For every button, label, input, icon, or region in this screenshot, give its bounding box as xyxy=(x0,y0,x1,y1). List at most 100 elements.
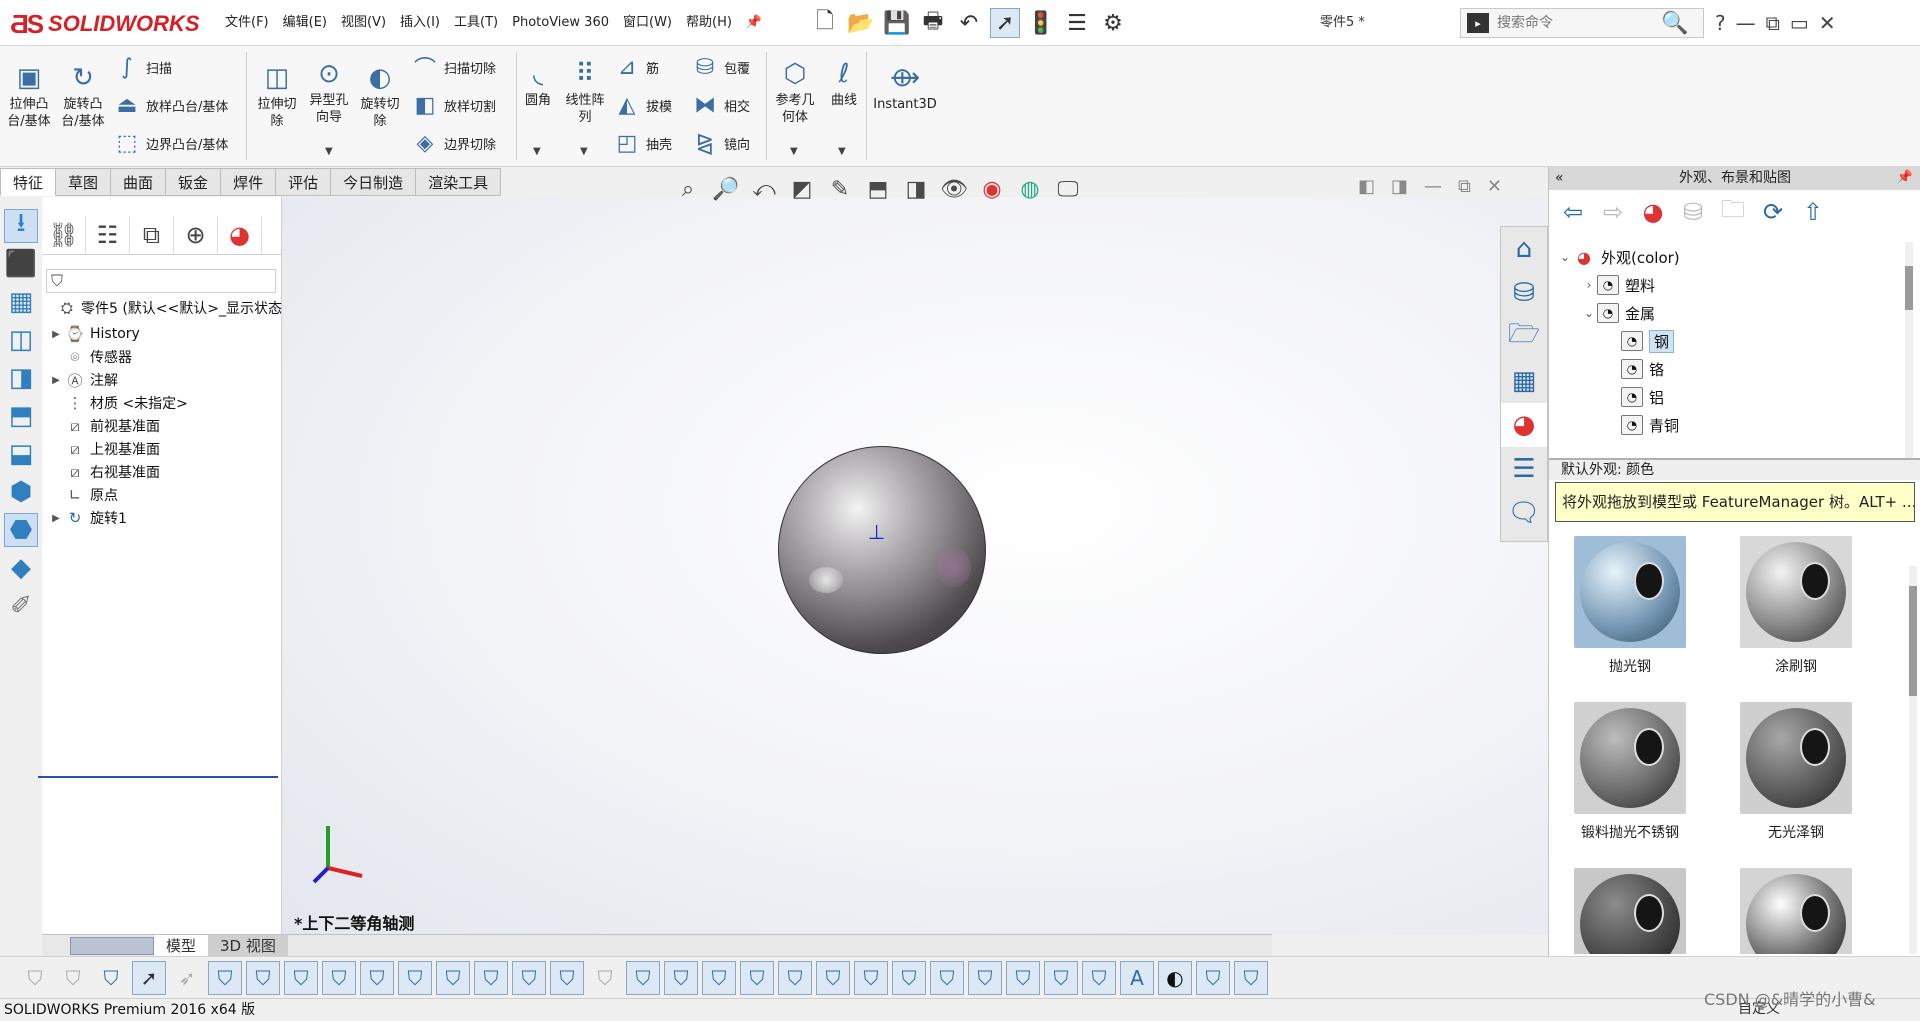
filter-dimensions-icon[interactable]: ⛉ xyxy=(626,960,660,995)
scrollbar-thumb[interactable] xyxy=(1909,586,1917,696)
filter-surface-bodies-icon[interactable]: ⛉ xyxy=(322,960,356,995)
zoom-to-area-icon[interactable]: 🔎 xyxy=(710,174,742,204)
linear-pattern-button[interactable]: ⠿ 线性阵列 xyxy=(560,56,610,126)
scrollbar-thumb[interactable] xyxy=(1905,266,1913,310)
extrude-cut-button[interactable]: ◫ 拉伸切除 xyxy=(254,60,300,130)
minimize-icon[interactable]: — xyxy=(1736,11,1756,35)
clear-filters-icon[interactable]: ⛉ xyxy=(56,961,90,995)
hide-show-items-icon[interactable]: 👁 xyxy=(938,174,970,204)
filter-edges-icon[interactable]: ⛉ xyxy=(246,960,280,995)
appearance-tree-node[interactable]: ◔ 青铜 xyxy=(1621,412,1679,438)
search-input[interactable] xyxy=(1497,10,1657,36)
extrude-boss-button[interactable]: ▣ 拉伸凸台/基体 xyxy=(6,60,52,130)
back-view-icon[interactable]: ▦ xyxy=(4,285,38,319)
edit-appearance-icon[interactable]: ◉ xyxy=(976,174,1008,204)
previous-view-icon[interactable]: ⤺ xyxy=(748,174,780,204)
toggle-filter-icon[interactable]: ⛉ xyxy=(18,961,52,995)
sweep-button[interactable]: ∫ 扫描 xyxy=(114,50,172,84)
dimxpert-manager-icon[interactable]: ⊕ xyxy=(174,215,218,254)
dimetric-view-icon[interactable]: ⬣ xyxy=(4,513,38,547)
tab-features[interactable]: 特征 xyxy=(0,168,57,196)
new-document-icon[interactable]: 🗋 xyxy=(810,8,840,38)
filter-surface-finish-icon[interactable]: ⛉ xyxy=(664,960,698,995)
help-icon[interactable]: ? xyxy=(1715,11,1726,35)
section-view-icon[interactable]: ◩ xyxy=(786,174,818,204)
add-to-library-icon[interactable]: ⛁ xyxy=(1677,196,1709,228)
tab-mbd[interactable]: 今日制造 xyxy=(331,168,417,196)
isometric-view-icon[interactable]: ⬢ xyxy=(4,475,38,509)
swatch-satin-finish-stainless-steel[interactable]: 锻料抛光不锈钢 xyxy=(1555,702,1705,842)
appearance-tree-node[interactable]: ◔ 铬 xyxy=(1621,356,1664,382)
chevron-down-icon[interactable]: ⌄ xyxy=(1557,250,1573,264)
filter-axes-icon[interactable]: ⛉ xyxy=(398,960,432,995)
revolve-cut-button[interactable]: ◐ 旋转切除 xyxy=(356,60,404,130)
front-view-icon[interactable]: ⬛ xyxy=(4,247,38,281)
forward-icon[interactable]: ⇨ xyxy=(1597,196,1629,228)
swatch-scrollbar[interactable] xyxy=(1909,566,1917,954)
feature-manager-tree-icon[interactable]: ⛓ xyxy=(42,215,86,254)
property-manager-icon[interactable]: ☷ xyxy=(86,215,130,254)
chevron-down-icon[interactable]: ⌄ xyxy=(1581,306,1597,320)
filter-sketch-points-icon[interactable]: ⛉ xyxy=(474,960,508,995)
left-view-icon[interactable]: ◫ xyxy=(4,323,38,357)
intersect-button[interactable]: ⧓ 相交 xyxy=(692,88,750,122)
selection-arrow-icon[interactable]: ➚ xyxy=(132,960,166,995)
filter-center-of-mass-icon[interactable]: ◐ xyxy=(1158,960,1192,995)
tab-weldments[interactable]: 焊件 xyxy=(221,168,277,196)
boundary-boss-button[interactable]: ⬚ 边界凸台/基体 xyxy=(114,126,229,160)
bottom-view-icon[interactable]: ⬓ xyxy=(4,437,38,471)
menu-help[interactable]: 帮助(H) xyxy=(679,0,739,46)
filter-vertices-icon[interactable]: ⛉ xyxy=(208,960,242,995)
boundary-cut-button[interactable]: ◈ 边界切除 xyxy=(412,126,496,160)
display-manager-icon[interactable]: ◕ xyxy=(218,215,262,254)
undo-icon[interactable]: ↶ xyxy=(954,8,984,38)
normal-to-icon[interactable]: ⭳ xyxy=(4,208,38,243)
swatch-matte-steel[interactable]: 无光泽钢 xyxy=(1721,702,1871,842)
pattern-dropdown-icon[interactable]: ▼ xyxy=(580,146,588,157)
swept-cut-button[interactable]: ⌒ 扫描切除 xyxy=(412,50,496,84)
solidworks-logo[interactable]: ƋS SOLIDWORKS xyxy=(10,6,200,42)
custom-properties-icon[interactable]: ☰ xyxy=(1501,447,1547,491)
refresh-icon[interactable]: ⟳ xyxy=(1757,196,1789,228)
filter-midpoints-icon[interactable]: ⛉ xyxy=(550,960,584,995)
swatch-chrome-steel[interactable] xyxy=(1721,868,1871,954)
tree-item[interactable]: ▶ ↻ 旋转1 xyxy=(48,505,288,531)
maximize-icon[interactable]: ▭ xyxy=(1790,11,1809,35)
open-folder-icon[interactable]: 📂 xyxy=(846,8,876,38)
trimetric-view-icon[interactable]: ◆ xyxy=(4,551,38,585)
file-explorer-icon[interactable]: 🗁 xyxy=(1501,315,1547,359)
appearance-tree-node[interactable]: ⌄ ◕ 外观(color) xyxy=(1557,244,1680,270)
tab-sheet-metal[interactable]: 钣金 xyxy=(166,168,222,196)
filter-solid-bodies-icon[interactable]: ⛉ xyxy=(360,960,394,995)
filter-geometric-tolerances-icon[interactable]: ⛉ xyxy=(702,960,736,995)
fillet-button[interactable]: ◟ 圆角 xyxy=(522,56,554,109)
up-level-icon[interactable]: ⇧ xyxy=(1797,196,1829,228)
shell-button[interactable]: ◰ 抽壳 xyxy=(614,126,672,160)
hole-wizard-button[interactable]: ⊙ 异型孔向导 xyxy=(304,56,354,126)
menu-window[interactable]: 窗口(W) xyxy=(616,0,679,46)
curves-button[interactable]: ℓ 曲线 xyxy=(826,56,862,109)
menu-file[interactable]: 文件(F) xyxy=(218,0,276,46)
menu-tools[interactable]: 工具(T) xyxy=(447,0,505,46)
menu-insert[interactable]: 插入(I) xyxy=(393,0,447,46)
mirror-button[interactable]: ⧎ 镜向 xyxy=(692,126,750,160)
expand-arrow-icon[interactable]: ▶ xyxy=(48,375,64,386)
appearance-tree-node[interactable]: ⌄ ◔ 金属 xyxy=(1581,300,1655,326)
tree-scrollbar[interactable] xyxy=(1905,242,1913,462)
filter-routing-points-icon[interactable]: ⛉ xyxy=(1044,960,1078,995)
menu-edit[interactable]: 编辑(E) xyxy=(276,0,334,46)
view-settings-icon[interactable]: 🖵 xyxy=(1052,174,1084,204)
appearances-icon[interactable]: ◕ xyxy=(1501,403,1547,447)
add-folder-icon[interactable]: 🗀 xyxy=(1717,195,1749,228)
filter-blocks-icon[interactable]: ⛉ xyxy=(930,960,964,995)
apply-scene-icon[interactable]: ◍ xyxy=(1014,174,1046,204)
collapse-pane-icon[interactable]: « xyxy=(1555,166,1564,190)
expand-arrow-icon[interactable]: ▶ xyxy=(48,513,64,524)
fillet-dropdown-icon[interactable]: ▼ xyxy=(533,146,541,157)
selection-tool-icon[interactable]: ➶ xyxy=(170,961,204,995)
split-right-icon[interactable]: ◨ xyxy=(1391,176,1408,197)
design-library-icon[interactable]: ⛁ xyxy=(1501,271,1547,315)
view-orientation-icon[interactable]: ⬒ xyxy=(862,174,894,204)
viewport-close-icon[interactable]: ✕ xyxy=(1487,176,1502,197)
view-palette-icon[interactable]: ▦ xyxy=(1501,359,1547,403)
